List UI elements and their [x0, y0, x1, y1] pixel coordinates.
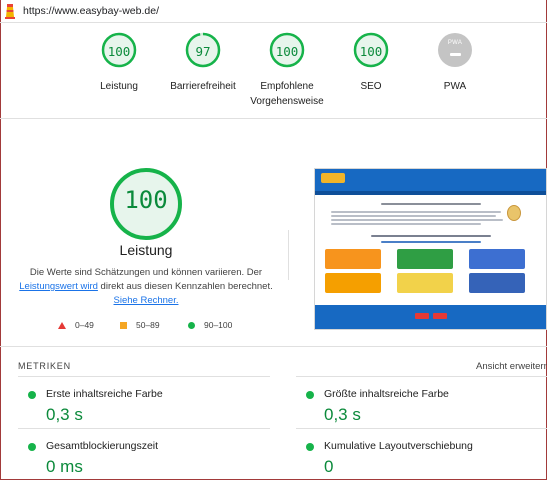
metric-value: 0: [324, 457, 334, 476]
divider: [296, 376, 547, 377]
divider: [288, 230, 289, 280]
divider: [296, 428, 547, 429]
thumb-tile: [397, 249, 453, 269]
desc-text: Die Werte sind Schätzungen und können va…: [29, 267, 263, 278]
gauge-label: PWA: [443, 81, 467, 92]
metric-value: 0 ms: [46, 457, 83, 476]
metric-label: Gesamtblockierungszeit: [46, 440, 159, 452]
thumb-header: [315, 169, 546, 191]
gauge-score: 100: [359, 44, 383, 59]
divider: [18, 428, 270, 429]
thumb-logo: [321, 173, 345, 183]
score-calc-link[interactable]: Leistungswert wird: [19, 281, 98, 292]
thumb-nav: [315, 191, 546, 195]
pwa-dash-icon: [450, 53, 461, 56]
performance-description: Die Werte sind Schätzungen und können va…: [12, 266, 280, 308]
lighthouse-icon: [5, 4, 15, 19]
thumb-button: [415, 313, 429, 319]
pass-circle-icon: [28, 391, 36, 399]
orange-square-icon: [120, 321, 127, 329]
metric-label: Erste inhaltsreiche Farbe: [46, 388, 163, 400]
gauge-score: 100: [275, 44, 299, 59]
pass-circle-icon: [306, 391, 314, 399]
gauge-best-practices[interactable]: 100 Empfohlene Vorgehensweise: [242, 32, 332, 109]
gauge-score: 100: [107, 44, 131, 59]
metric-value: 0,3 s: [46, 405, 83, 424]
gauge-performance[interactable]: 100 Leistung: [74, 32, 164, 94]
thumb-tile: [469, 273, 525, 293]
expand-view-toggle[interactable]: Ansicht erweitern: [476, 361, 547, 372]
thumb-badge-icon: [507, 205, 521, 221]
divider: [18, 376, 270, 377]
legend-range: 0–49: [75, 320, 94, 330]
gauge-label: SEO: [360, 81, 382, 92]
gauge-seo[interactable]: 100 SEO: [326, 32, 416, 94]
pass-circle-icon: [306, 443, 314, 451]
thumb-tile: [397, 273, 453, 293]
gauge-score: 97: [195, 44, 211, 59]
score-legend: 0–49 50–89 90–100: [0, 320, 290, 334]
legend-pass: 90–100: [188, 320, 232, 330]
legend-fail: 0–49: [58, 320, 94, 330]
thumb-tile: [325, 273, 381, 293]
legend-range: 50–89: [136, 320, 160, 330]
pwa-badge-text: PWA: [447, 40, 463, 46]
url-text[interactable]: https://www.easybay-web.de/: [23, 5, 159, 17]
divider: [0, 118, 547, 119]
green-circle-icon: [188, 321, 195, 329]
thumb-button: [433, 313, 447, 319]
gauge-label: Barrierefreiheit: [170, 81, 236, 92]
red-triangle-icon: [58, 321, 66, 329]
divider: [0, 346, 547, 347]
category-gauges: 100 Leistung 97 Barrierefreiheit 100 Emp…: [0, 32, 547, 112]
gauge-label: Leistung: [100, 81, 138, 92]
gauge-accessibility[interactable]: 97 Barrierefreiheit: [158, 32, 248, 94]
gauge-pwa[interactable]: PWA PWA: [410, 32, 500, 94]
performance-score: 100: [124, 186, 168, 214]
pwa-badge-icon: [438, 33, 472, 67]
pass-circle-icon: [28, 443, 36, 451]
legend-range: 90–100: [204, 320, 233, 330]
metrics-heading: METRIKEN: [18, 361, 71, 371]
page-screenshot[interactable]: [314, 168, 547, 330]
performance-title: Leistung: [119, 242, 173, 258]
metric-label: Größte inhaltsreiche Farbe: [324, 388, 449, 400]
thumb-tile: [325, 249, 381, 269]
desc-text: direkt aus diesen Kennzahlen berechnet.: [97, 281, 273, 292]
gauge-label: Empfohlene Vorgehensweise: [250, 81, 324, 107]
metric-label: Kumulative Layoutverschiebung: [324, 440, 473, 452]
metric-value: 0,3 s: [324, 405, 361, 424]
url-bar: https://www.easybay-web.de/: [0, 0, 547, 23]
calculator-link[interactable]: Siehe Rechner.: [114, 295, 179, 306]
legend-average: 50–89: [120, 320, 160, 330]
thumb-tile: [469, 249, 525, 269]
thumb-footer: [315, 305, 546, 329]
